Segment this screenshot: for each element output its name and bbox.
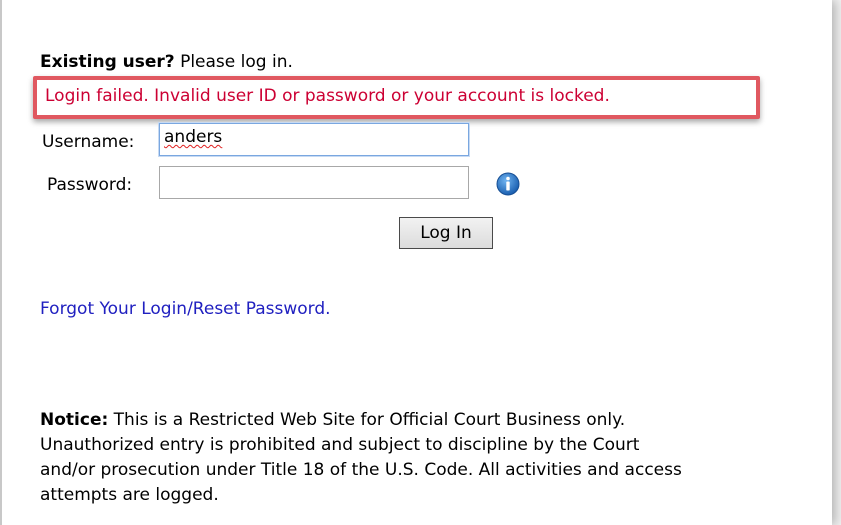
forgot-login-link[interactable]: Forgot Your Login/Reset Password. <box>40 299 331 319</box>
notice-title: Notice: <box>40 410 109 430</box>
password-label: Password: <box>47 175 133 195</box>
login-intro: Existing user? Please log in. <box>40 52 293 72</box>
intro-bold-text: Existing user? <box>40 52 175 72</box>
notice-text: Notice: This is a Restricted Web Site fo… <box>40 408 830 508</box>
login-page: Existing user? Please log in. Login fail… <box>0 0 832 525</box>
username-value: anders <box>164 127 223 147</box>
notice-line-3: and/or prosecution under Title 18 of the… <box>40 460 682 480</box>
notice-line-4: attempts are logged. <box>40 485 219 505</box>
notice-line-2: Unauthorized entry is prohibited and sub… <box>40 435 640 455</box>
username-label: Username: <box>42 132 135 152</box>
login-error-message: Login failed. Invalid user ID or passwor… <box>45 86 610 106</box>
intro-text: Please log in. <box>174 52 293 72</box>
info-circle-icon <box>496 172 520 196</box>
log-in-button[interactable]: Log In <box>399 217 493 249</box>
notice-line-1: This is a Restricted Web Site for Offici… <box>108 410 626 430</box>
info-icon[interactable] <box>496 172 520 196</box>
error-highlight-box: Login failed. Invalid user ID or passwor… <box>33 76 760 119</box>
password-input[interactable] <box>159 166 469 199</box>
username-input[interactable]: anders <box>159 123 469 156</box>
